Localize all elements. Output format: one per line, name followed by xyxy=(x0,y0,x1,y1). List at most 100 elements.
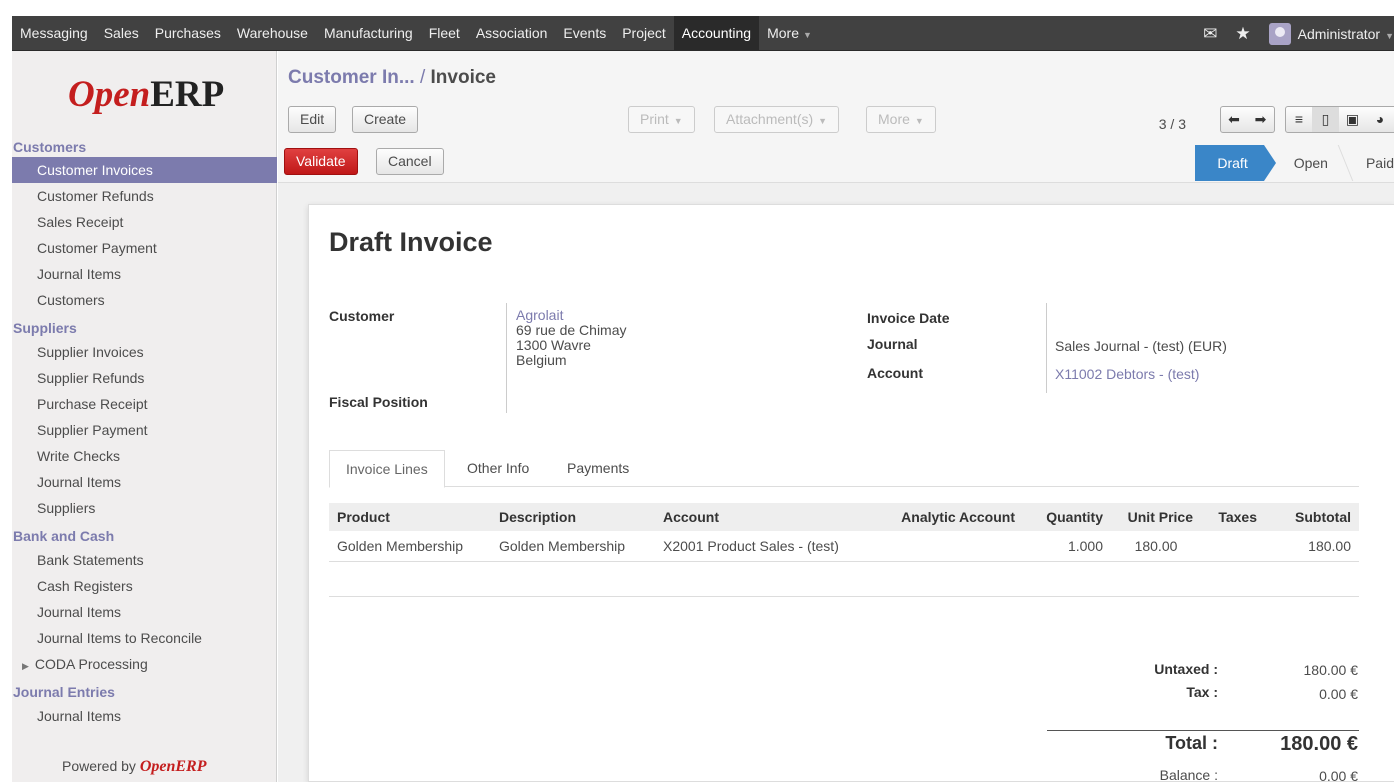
table-row[interactable]: Golden Membership Golden Membership X200… xyxy=(329,531,1359,562)
avatar[interactable] xyxy=(1268,22,1291,45)
total-label: Total : xyxy=(1165,733,1218,753)
account-link[interactable]: X11002 Debtors - (test) xyxy=(1055,366,1199,382)
column-quantity[interactable]: Quantity xyxy=(1023,503,1111,531)
sidebar-nav: Customers Customer Invoices Customer Ref… xyxy=(12,137,277,729)
tab-other-info[interactable]: Other Info xyxy=(451,450,545,487)
column-subtotal[interactable]: Subtotal xyxy=(1265,503,1359,531)
top-menu-bar: Messaging Sales Purchases Warehouse Manu… xyxy=(12,16,1394,51)
sidebar-item-journal-items[interactable]: Journal Items xyxy=(12,703,277,729)
sidebar-item-customers[interactable]: Customers xyxy=(12,287,277,313)
journal-value[interactable]: Sales Journal - (test) (EUR) xyxy=(1055,338,1227,354)
attachments-label: Attachment(s) xyxy=(726,111,814,127)
status-bar: Draft Open Paid xyxy=(1195,145,1394,181)
untaxed-label: Untaxed : xyxy=(1154,661,1218,677)
graph-icon: ◕ xyxy=(1375,111,1385,127)
column-taxes[interactable]: Taxes xyxy=(1201,503,1265,531)
column-analytic-account[interactable]: Analytic Account xyxy=(877,503,1023,531)
sidebar-section-journal-entries: Journal Entries xyxy=(13,684,115,700)
menu-project[interactable]: Project xyxy=(614,16,674,51)
sidebar-item-supplier-invoices[interactable]: Supplier Invoices xyxy=(12,339,277,365)
menu-more-label: More xyxy=(767,25,799,41)
sidebar-item-journal-items[interactable]: Journal Items xyxy=(12,599,277,625)
menu-events[interactable]: Events xyxy=(555,16,614,51)
star-icon[interactable]: ★ xyxy=(1235,24,1250,44)
menu-purchases[interactable]: Purchases xyxy=(147,16,229,51)
column-account[interactable]: Account xyxy=(655,503,877,531)
openerp-logo[interactable]: OpenERP xyxy=(68,73,224,116)
mail-icon[interactable]: ✉ xyxy=(1203,24,1217,44)
logo-erp: ERP xyxy=(150,74,225,115)
sidebar-item-customer-refunds[interactable]: Customer Refunds xyxy=(12,183,277,209)
menu-association[interactable]: Association xyxy=(468,16,556,51)
chevron-down-icon: ▼ xyxy=(802,30,812,40)
form-view-button[interactable]: ▯ xyxy=(1312,106,1340,133)
breadcrumb-current: Invoice xyxy=(430,67,497,88)
customer-address-line: Belgium xyxy=(516,352,567,368)
status-open[interactable]: Open xyxy=(1264,145,1344,181)
view-header: Customer In... / Invoice Edit Create Pri… xyxy=(278,51,1394,183)
pager-next-button[interactable]: ➡ xyxy=(1247,106,1275,133)
status-draft[interactable]: Draft xyxy=(1195,145,1277,181)
user-area: ✉ ★ Administrator ▼ xyxy=(1203,16,1394,51)
sidebar-item-label: CODA Processing xyxy=(34,656,148,672)
sidebar-item-sales-receipt[interactable]: Sales Receipt xyxy=(12,209,277,235)
more-button[interactable]: More ▼ xyxy=(866,106,936,133)
user-menu[interactable]: Administrator ▼ xyxy=(1298,26,1394,42)
pager-counter[interactable]: 3 / 3 xyxy=(1159,111,1186,137)
sidebar-item-supplier-payment[interactable]: Supplier Payment xyxy=(12,417,277,443)
menu-manufacturing[interactable]: Manufacturing xyxy=(316,16,421,51)
invoice-date-label: Invoice Date xyxy=(867,310,950,326)
menu-accounting[interactable]: Accounting xyxy=(673,16,760,51)
column-description[interactable]: Description xyxy=(491,503,655,531)
menu-more[interactable]: More ▼ xyxy=(759,16,820,51)
sidebar-item-customer-invoices[interactable]: Customer Invoices xyxy=(12,157,277,183)
sidebar-item-coda-processing[interactable]: ▶ CODA Processing xyxy=(12,651,277,677)
validate-button[interactable]: Validate xyxy=(284,148,358,175)
customer-field[interactable]: Agrolait 69 rue de Chimay 1300 Wavre Bel… xyxy=(516,308,627,368)
list-view-button[interactable]: ≡ xyxy=(1285,106,1313,133)
customer-name-link[interactable]: Agrolait xyxy=(516,308,627,323)
menu-warehouse[interactable]: Warehouse xyxy=(229,16,316,51)
menu-messaging[interactable]: Messaging xyxy=(12,16,96,51)
column-unit-price[interactable]: Unit Price xyxy=(1111,503,1201,531)
more-label: More xyxy=(878,111,910,127)
tab-payments[interactable]: Payments xyxy=(551,450,645,487)
sidebar-item-suppliers[interactable]: Suppliers xyxy=(12,495,277,521)
sidebar-item-purchase-receipt[interactable]: Purchase Receipt xyxy=(12,391,277,417)
graph-view-button[interactable]: ◕ xyxy=(1366,106,1394,133)
sidebar-item-bank-statements[interactable]: Bank Statements xyxy=(12,547,277,573)
cancel-button[interactable]: Cancel xyxy=(376,148,444,175)
print-label: Print xyxy=(640,111,669,127)
column-product[interactable]: Product xyxy=(329,503,491,531)
status-paid[interactable]: Paid xyxy=(1344,145,1394,181)
print-button[interactable]: Print ▼ xyxy=(628,106,695,133)
chevron-down-icon: ▼ xyxy=(673,116,683,126)
sidebar-item-journal-items[interactable]: Journal Items xyxy=(12,261,277,287)
breadcrumb-parent[interactable]: Customer In... xyxy=(288,67,415,88)
tab-invoice-lines[interactable]: Invoice Lines xyxy=(329,450,445,488)
cell-taxes xyxy=(1201,531,1265,562)
notebook-tabs: Invoice Lines Other Info Payments xyxy=(329,450,1359,488)
pager-previous-button[interactable]: ⬅ xyxy=(1220,106,1248,133)
menu-fleet[interactable]: Fleet xyxy=(421,16,468,51)
sidebar-item-cash-registers[interactable]: Cash Registers xyxy=(12,573,277,599)
cell-subtotal: 180.00 xyxy=(1265,531,1359,562)
expand-arrow-icon[interactable]: ▶ xyxy=(22,661,29,671)
untaxed-value: 180.00 € xyxy=(1303,662,1359,678)
attachments-button[interactable]: Attachment(s) ▼ xyxy=(714,106,840,133)
powered-by-brand[interactable]: OpenERP xyxy=(140,758,207,775)
calendar-view-button[interactable]: ▣ xyxy=(1339,106,1367,133)
cell-analytic-account xyxy=(877,531,1023,562)
sidebar-item-write-checks[interactable]: Write Checks xyxy=(12,443,277,469)
form-sheet: Draft Invoice Customer Agrolait 69 rue d… xyxy=(308,204,1394,782)
sidebar-item-customer-payment[interactable]: Customer Payment xyxy=(12,235,277,261)
tax-value: 0.00 € xyxy=(1319,686,1358,702)
fiscal-position-label: Fiscal Position xyxy=(329,394,428,410)
sidebar-item-journal-items-to-reconcile[interactable]: Journal Items to Reconcile xyxy=(12,625,277,651)
sidebar-item-journal-items[interactable]: Journal Items xyxy=(12,469,277,495)
powered-by: Powered by OpenERP xyxy=(62,758,207,776)
create-button[interactable]: Create xyxy=(352,106,419,133)
sidebar-item-supplier-refunds[interactable]: Supplier Refunds xyxy=(12,365,277,391)
edit-button[interactable]: Edit xyxy=(288,106,337,133)
menu-sales[interactable]: Sales xyxy=(96,16,147,51)
